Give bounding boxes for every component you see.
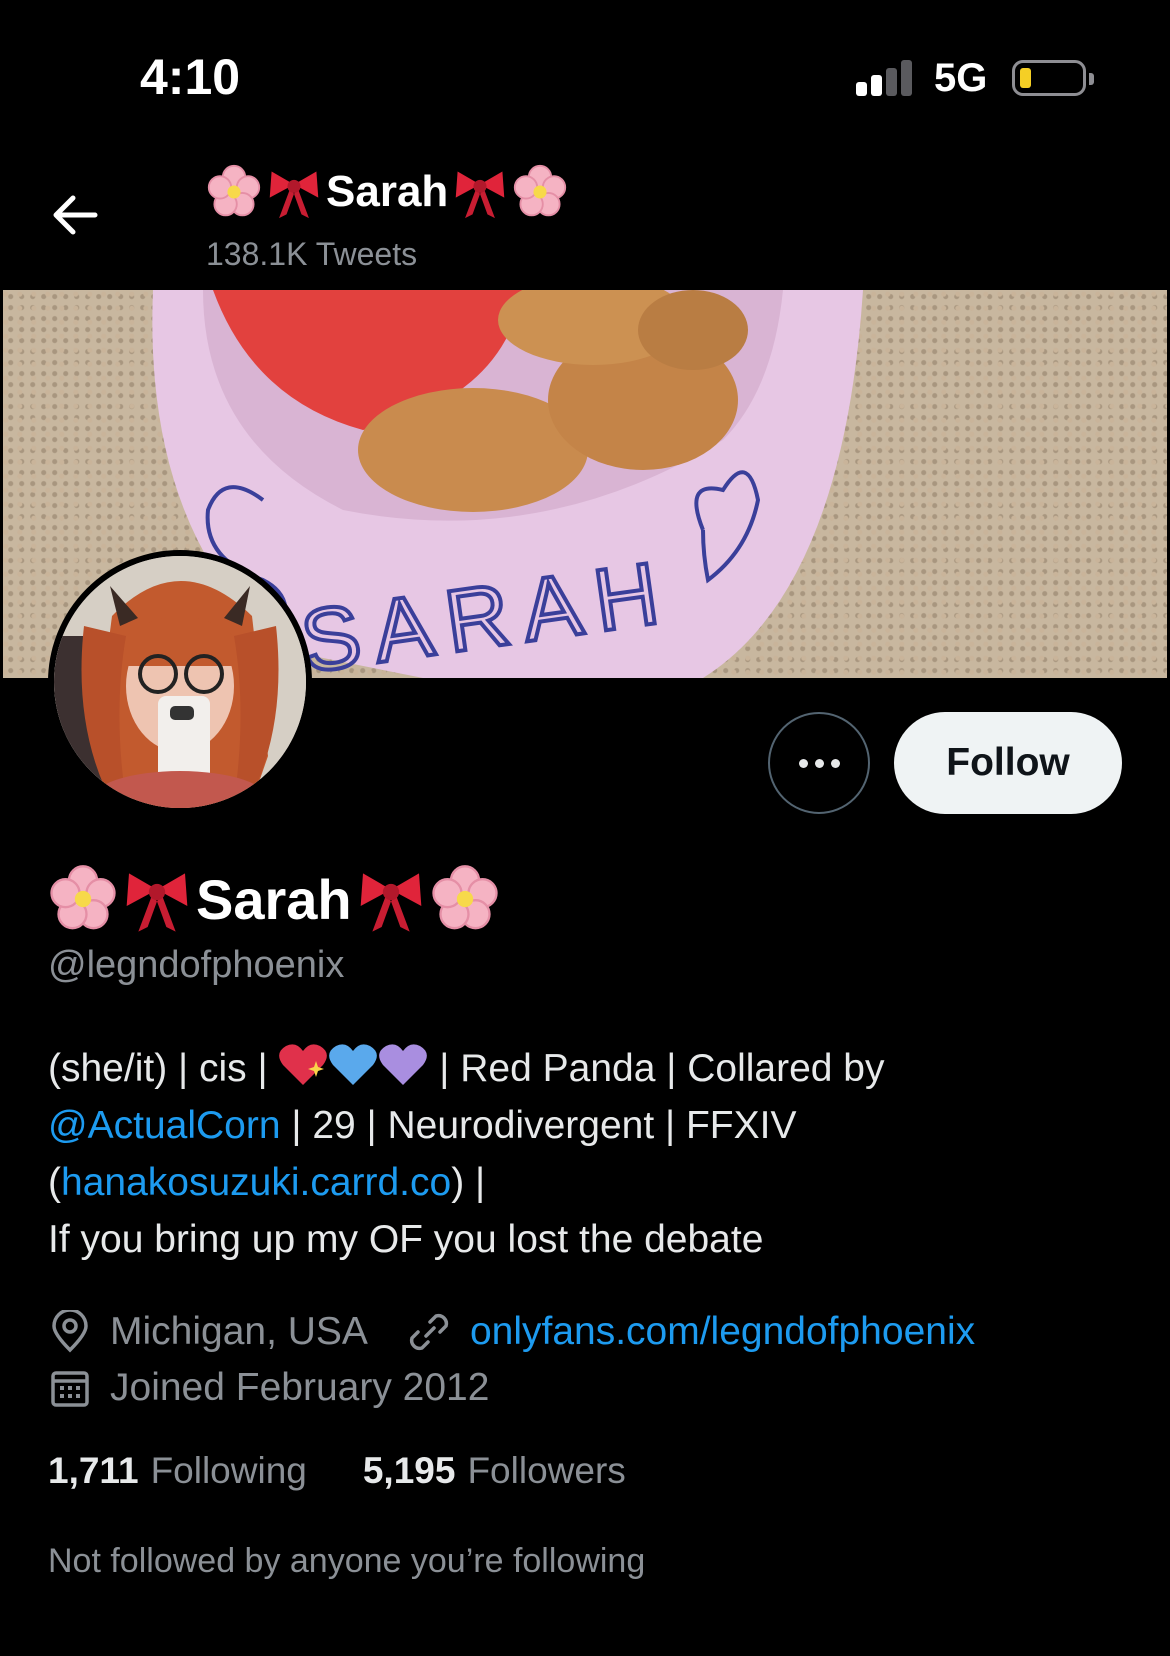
joined-text: Joined February 2012 (110, 1366, 490, 1409)
cherry-blossom-icon (514, 164, 567, 217)
profile-name-text: Sarah (196, 867, 352, 931)
avatar-photo (54, 556, 306, 808)
back-button[interactable] (40, 180, 110, 250)
network-type: 5G (934, 56, 988, 100)
following-count: 1,711 (48, 1450, 139, 1491)
more-dots-icon (798, 758, 808, 768)
profile-nav-header: Sarah 138.1K Tweets (0, 150, 1170, 290)
not-followed-notice: Not followed by anyone you’re following (48, 1542, 646, 1580)
location-pin-icon (52, 1310, 88, 1353)
profile-bio: (she/it) | cis | | Red Panda | Collared … (48, 1040, 1128, 1268)
header-display-name: Sarah (206, 164, 568, 220)
following-stat[interactable]: 1,711 Following (48, 1450, 307, 1492)
website-link[interactable]: onlyfans.com/legndofphoenix (470, 1310, 975, 1354)
back-arrow-icon (53, 195, 98, 235)
profile-avatar[interactable] (48, 550, 312, 814)
status-bar: 4:10 5G (0, 0, 1170, 150)
website-item[interactable]: onlyfans.com/legndofphoenix (406, 1310, 975, 1354)
bio-carrd-link[interactable]: hanakosuzuki.carrd.co (61, 1161, 451, 1204)
ribbon-icon (456, 171, 505, 219)
followers-label: Followers (467, 1450, 626, 1491)
bio-text: ) | (451, 1161, 486, 1204)
cherry-blossom-icon (431, 865, 498, 930)
following-label: Following (150, 1450, 307, 1491)
follow-stats: 1,711 Following 5,195 Followers (48, 1450, 682, 1492)
calendar-icon (51, 1371, 89, 1407)
location-item: Michigan, USA (48, 1310, 368, 1354)
status-time: 4:10 (140, 49, 241, 105)
bio-text: | 29 | Neurodivergent | FFXIV (280, 1104, 797, 1147)
location-text: Michigan, USA (110, 1310, 368, 1353)
bio-text: ( (48, 1161, 61, 1204)
followers-count: 5,195 (362, 1450, 456, 1491)
bio-text: | Red Panda | Collared by (428, 1047, 885, 1090)
profile-display-name: Sarah (48, 862, 500, 936)
header-name-text: Sarah (326, 167, 449, 216)
joined-item: Joined February 2012 (48, 1366, 489, 1410)
ribbon-icon (269, 171, 319, 219)
purple-heart-icon (379, 1044, 428, 1085)
bio-mention-link[interactable]: @ActualCorn (48, 1104, 281, 1147)
more-options-button[interactable] (768, 712, 870, 814)
link-icon (409, 1313, 449, 1351)
header-tweet-count: 138.1K Tweets (206, 236, 418, 272)
profile-handle: @legndofphoenix (48, 944, 345, 986)
cherry-blossom-icon (207, 164, 261, 217)
cherry-blossom-icon (50, 865, 116, 930)
bio-text: If you bring up my OF you lost the debat… (48, 1218, 764, 1261)
cellular-signal-icon (856, 60, 914, 96)
bio-text: (she/it) | cis | (48, 1047, 279, 1090)
battery-icon (1012, 60, 1094, 96)
follow-button[interactable]: Follow (894, 712, 1122, 814)
blue-heart-icon (329, 1044, 378, 1085)
sparkling-heart-icon (279, 1044, 328, 1085)
profile-meta-row: Michigan, USA onlyfans.com/legndofphoeni… (48, 1304, 975, 1360)
ribbon-icon (360, 873, 421, 932)
ribbon-icon (126, 873, 188, 932)
joined-row: Joined February 2012 (48, 1360, 489, 1416)
followers-stat[interactable]: 5,195 Followers (363, 1450, 626, 1492)
